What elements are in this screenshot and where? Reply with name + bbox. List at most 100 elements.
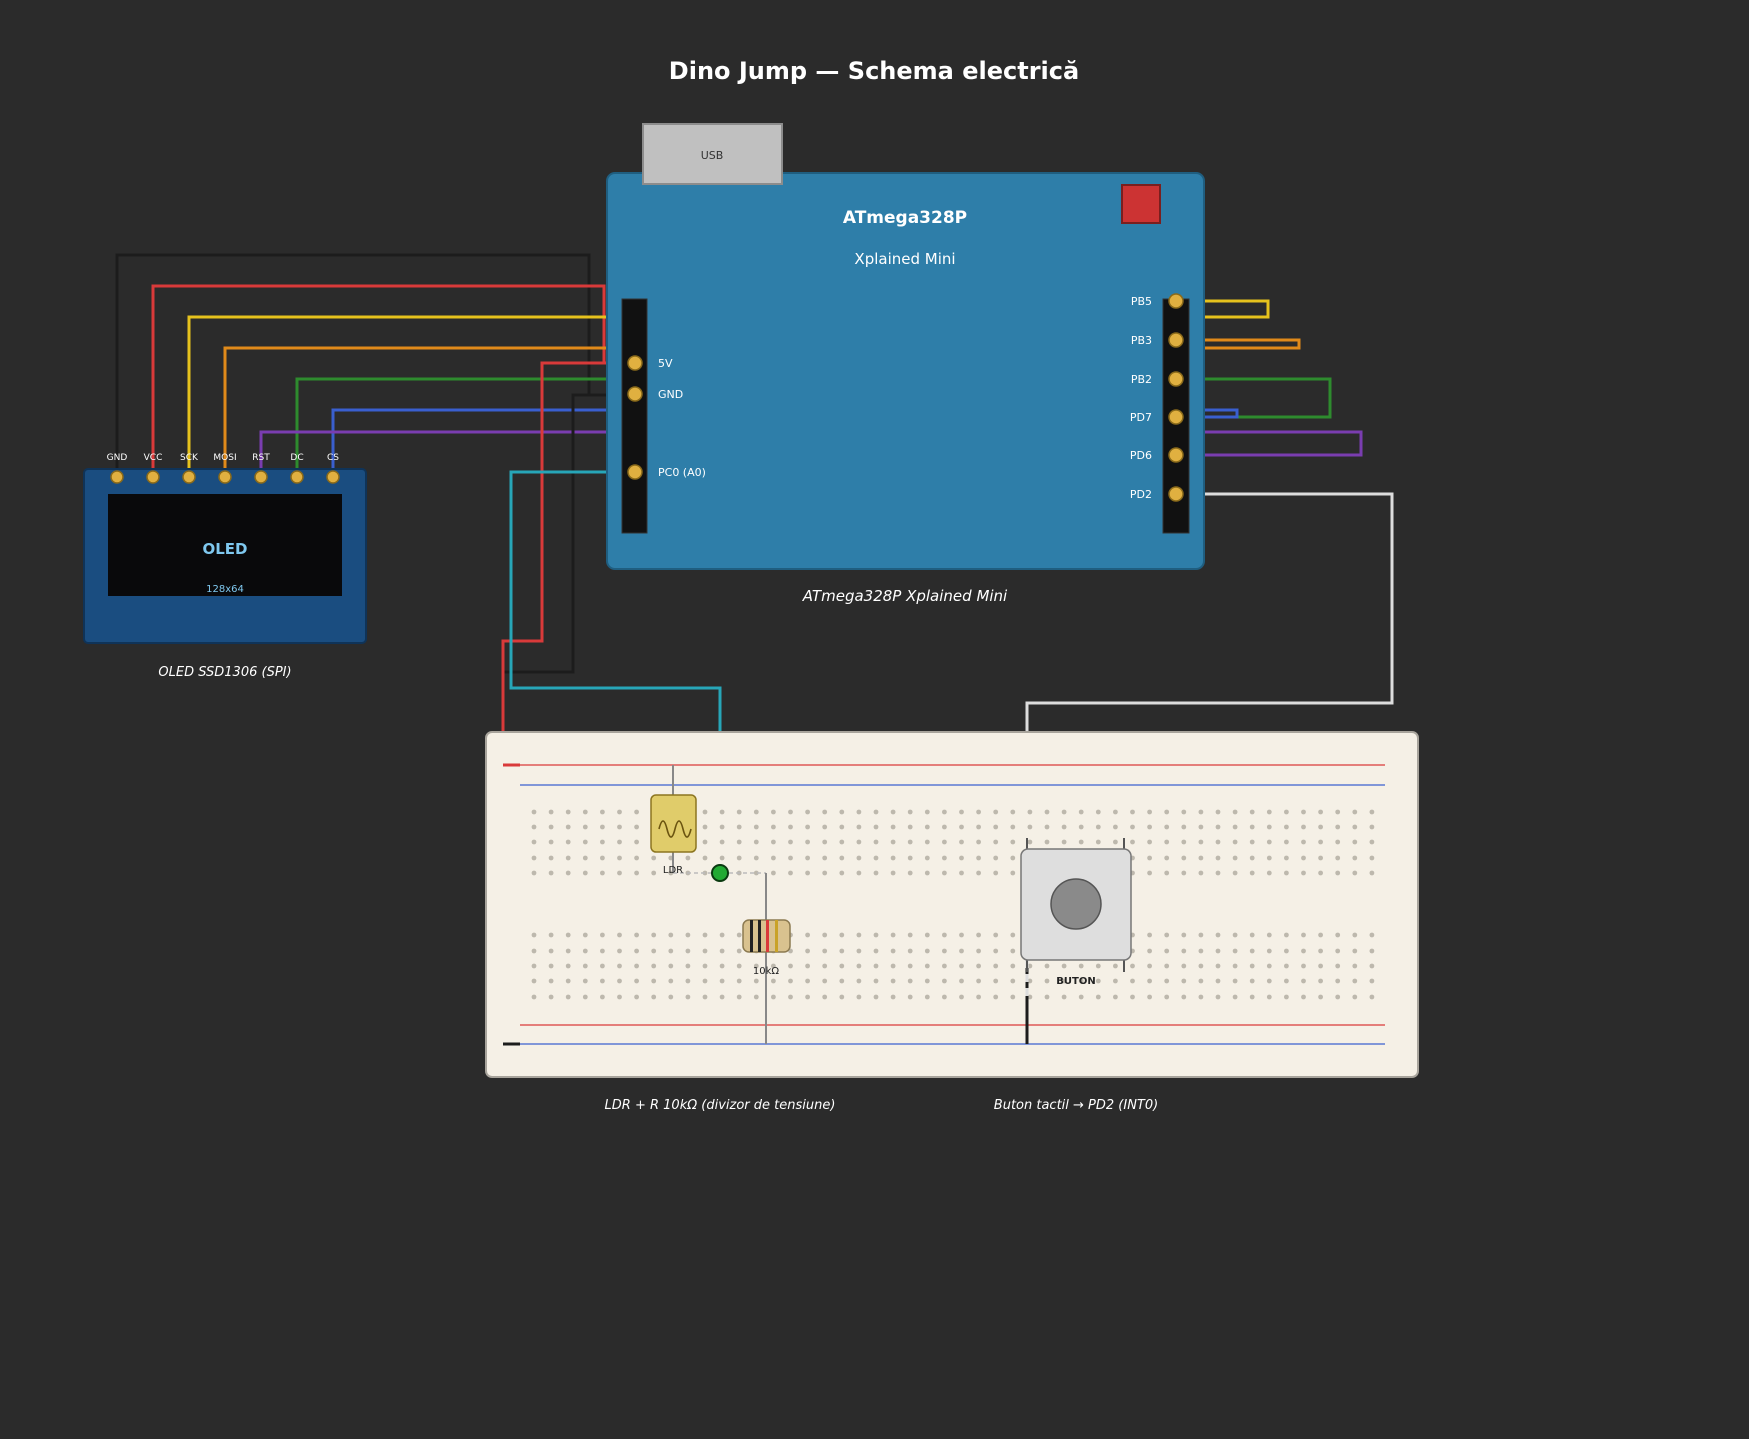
breadboard-hole xyxy=(1198,963,1204,969)
breadboard-hole xyxy=(924,948,930,954)
breadboard-hole xyxy=(873,839,879,845)
breadboard-hole xyxy=(548,963,554,969)
oled-pin-sck xyxy=(182,470,196,484)
breadboard-hole xyxy=(531,963,537,969)
board-subtitle: Xplained Mini xyxy=(854,250,955,268)
breadboard-hole xyxy=(942,994,947,1000)
breadboard-hole xyxy=(668,963,674,969)
breadboard-hole xyxy=(1266,839,1272,845)
breadboard-hole xyxy=(959,870,964,876)
breadboard-hole xyxy=(617,963,622,969)
oled-caption: OLED SSD1306 (SPI) xyxy=(158,665,291,680)
breadboard-hole xyxy=(1266,824,1272,830)
breadboard-hole xyxy=(788,978,793,984)
breadboard-hole xyxy=(993,932,999,938)
breadboard-hole xyxy=(1027,809,1033,815)
breadboard-hole xyxy=(565,839,571,845)
breadboard-hole xyxy=(1266,809,1272,815)
breadboard-hole xyxy=(1232,809,1238,815)
breadboard-hole xyxy=(548,870,554,876)
breadboard-hole xyxy=(736,839,742,845)
breadboard-hole xyxy=(839,839,845,845)
breadboard-hole xyxy=(1266,978,1272,984)
breadboard-hole xyxy=(788,963,793,969)
breadboard-hole xyxy=(976,839,981,845)
breadboard-hole xyxy=(1318,824,1323,830)
breadboard-hole xyxy=(1232,870,1238,876)
breadboard-hole xyxy=(548,824,554,830)
breadboard-hole xyxy=(668,994,674,1000)
breadboard-hole xyxy=(1215,978,1221,984)
pin-pb3 xyxy=(1168,332,1184,348)
breadboard-hole xyxy=(1335,963,1341,969)
breadboard-hole xyxy=(924,978,930,984)
left-pin-header xyxy=(621,298,648,534)
breadboard-hole xyxy=(1147,948,1152,954)
breadboard-hole xyxy=(839,994,845,1000)
pin-label-pb5: PB5 xyxy=(1131,295,1152,308)
breadboard-hole xyxy=(1301,824,1306,830)
breadboard-hole xyxy=(822,839,828,845)
breadboard-hole xyxy=(565,978,571,984)
breadboard-hole xyxy=(1284,963,1289,969)
breadboard-hole xyxy=(600,978,605,984)
button-label: BUTON xyxy=(1056,976,1095,987)
breadboard-hole xyxy=(736,948,742,954)
breadboard-hole xyxy=(1335,994,1341,1000)
breadboard-hole xyxy=(771,839,776,845)
breadboard-hole xyxy=(1147,963,1152,969)
breadboard-hole xyxy=(805,994,810,1000)
breadboard-hole xyxy=(719,839,725,845)
breadboard-hole xyxy=(651,932,657,938)
breadboard-hole xyxy=(907,932,913,938)
oled-pin-label-vcc: VCC xyxy=(144,453,163,463)
page-title: Dino Jump — Schema electrică xyxy=(669,57,1079,85)
breadboard-hole xyxy=(822,855,828,861)
oled-pin-label-gnd: GND xyxy=(107,453,128,463)
breadboard-hole xyxy=(907,855,913,861)
breadboard-hole xyxy=(1027,824,1033,830)
oled-pin-label-dc: DC xyxy=(290,453,303,463)
breadboard-hole xyxy=(1044,994,1050,1000)
breadboard-hole xyxy=(924,963,930,969)
breadboard-hole xyxy=(1335,855,1341,861)
breadboard-hole xyxy=(924,824,930,830)
breadboard-hole xyxy=(924,870,930,876)
breadboard-hole xyxy=(907,978,913,984)
breadboard-hole xyxy=(1147,809,1152,815)
breadboard-hole xyxy=(565,809,571,815)
breadboard-hole xyxy=(1130,963,1135,969)
breadboard-hole xyxy=(856,978,862,984)
breadboard-hole xyxy=(942,963,947,969)
breadboard-hole xyxy=(856,809,862,815)
breadboard-hole xyxy=(1010,948,1016,954)
breadboard-hole xyxy=(1198,870,1204,876)
breadboard-hole xyxy=(1301,809,1306,815)
breadboard-hole xyxy=(1352,824,1358,830)
breadboard-hole xyxy=(1249,963,1255,969)
breadboard-hole xyxy=(548,839,554,845)
breadboard-hole xyxy=(1164,963,1170,969)
breadboard-hole xyxy=(1147,839,1152,845)
breadboard-hole xyxy=(651,870,657,876)
oled-pin-label-mosi: MOSI xyxy=(213,453,236,463)
breadboard-hole xyxy=(856,839,862,845)
breadboard-hole xyxy=(565,948,571,954)
breadboard-hole xyxy=(890,978,896,984)
breadboard-hole xyxy=(634,824,639,830)
breadboard-hole xyxy=(1010,994,1016,1000)
breadboard-hole xyxy=(1266,963,1272,969)
breadboard-hole xyxy=(565,963,571,969)
breadboard-hole xyxy=(1061,809,1067,815)
breadboard-hole xyxy=(565,824,571,830)
breadboard-hole xyxy=(702,963,708,969)
breadboard-hole xyxy=(1335,870,1341,876)
breadboard-hole xyxy=(822,948,828,954)
breadboard-hole xyxy=(1061,839,1067,845)
breadboard-hole xyxy=(1318,978,1323,984)
breadboard-hole xyxy=(548,932,554,938)
breadboard-hole xyxy=(1044,824,1050,830)
breadboard-hole xyxy=(600,994,605,1000)
wire-oled-rst xyxy=(259,430,610,470)
breadboard-hole xyxy=(856,948,862,954)
